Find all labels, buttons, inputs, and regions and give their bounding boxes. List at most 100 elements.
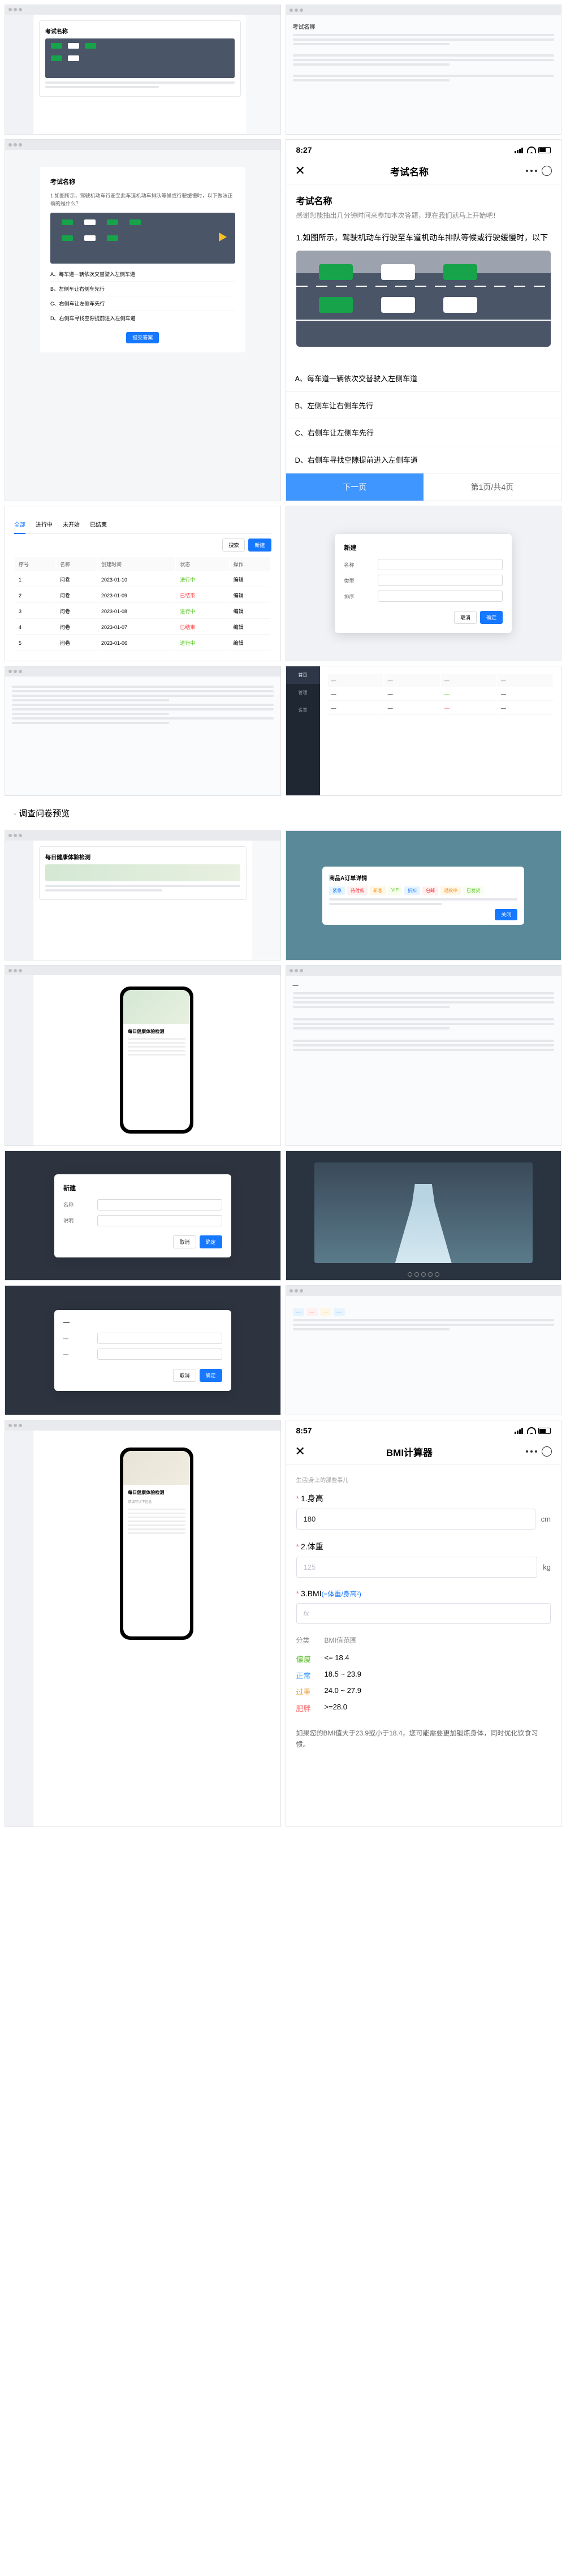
- option-a[interactable]: A、每车道一辆依次交替驶入左侧车道: [50, 267, 235, 282]
- signal-icon: [515, 1427, 525, 1434]
- status-time: 8:27: [296, 145, 312, 154]
- more-icon[interactable]: [526, 170, 537, 172]
- phone-preview: 每日健康体验检测: [120, 987, 193, 1134]
- doc-title: 考试名称: [293, 22, 555, 31]
- tag[interactable]: 包邮: [422, 886, 438, 895]
- question-text: 1.如图所示，驾驶机动车行驶至车道机动车排队等候或行驶缓慢时，以下: [296, 231, 551, 245]
- option-d[interactable]: D、右侧车寻找空隙提前进入左侧车道: [286, 446, 561, 473]
- target-icon[interactable]: [542, 1446, 552, 1457]
- search-button[interactable]: 搜索: [222, 539, 245, 552]
- tab-all[interactable]: 全部: [14, 520, 25, 534]
- tag[interactable]: VIP: [388, 886, 402, 895]
- option-c[interactable]: C、右侧车让左侧车先行: [286, 419, 561, 446]
- modal-title: —: [63, 1319, 222, 1326]
- option-d[interactable]: D、右侧车寻找空隙提前进入左侧车道: [50, 311, 235, 325]
- field-input[interactable]: [97, 1349, 222, 1360]
- close-button[interactable]: 关闭: [495, 909, 517, 920]
- tag[interactable]: 待付款: [347, 886, 368, 895]
- tab-active[interactable]: 进行中: [36, 520, 53, 529]
- tab-ended[interactable]: 已结束: [90, 520, 107, 529]
- table-row[interactable]: 4问卷2023-01-07已结束编辑: [15, 620, 270, 635]
- next-button[interactable]: 下一页: [286, 473, 424, 501]
- nav-home[interactable]: 首页: [286, 666, 320, 684]
- tag[interactable]: 折扣: [404, 886, 420, 895]
- phone-preview: 每日健康体验检测 请填写以下信息: [120, 1448, 193, 1640]
- nav-manage[interactable]: 管理: [286, 684, 320, 701]
- tag[interactable]: 已发货: [463, 886, 483, 895]
- field-input[interactable]: [97, 1333, 222, 1344]
- breadcrumb: 生活|身上的那些事儿: [296, 1475, 551, 1484]
- arrow-icon: [219, 232, 227, 242]
- exam-title: 考试名称: [45, 27, 235, 35]
- confirm-button[interactable]: 确定: [200, 1235, 222, 1248]
- sort-input[interactable]: [378, 591, 503, 602]
- edit-link[interactable]: 编辑: [234, 624, 244, 630]
- table-row[interactable]: 1问卷2023-01-10进行中编辑: [15, 572, 270, 587]
- weight-input[interactable]: 125: [296, 1557, 538, 1578]
- modal-title: 新建: [63, 1183, 222, 1192]
- thumb-dot[interactable]: [421, 1272, 426, 1277]
- thumb-dot[interactable]: [428, 1272, 433, 1277]
- battery-icon: [538, 1428, 551, 1434]
- table-head-category: 分类: [296, 1635, 325, 1645]
- tag[interactable]: —: [293, 1308, 304, 1316]
- cancel-button[interactable]: 取消: [173, 1369, 196, 1382]
- bmi-label: 3.BMI: [301, 1589, 322, 1598]
- weight-label: 2.体重: [301, 1542, 323, 1551]
- exam-intro-title: 考试名称: [296, 193, 551, 207]
- field-input[interactable]: [97, 1199, 222, 1211]
- name-input[interactable]: [378, 559, 503, 570]
- option-b[interactable]: B、左侧车让右侧车先行: [50, 282, 235, 296]
- tab-pending[interactable]: 未开始: [63, 520, 80, 529]
- section-survey-preview: · 调查问卷预览: [5, 800, 561, 826]
- bmi-formula: (=体重/身高²): [322, 1590, 361, 1598]
- weight-unit: kg: [543, 1563, 551, 1571]
- cancel-button[interactable]: 取消: [173, 1235, 196, 1248]
- tag[interactable]: —: [306, 1308, 318, 1316]
- height-unit: cm: [541, 1515, 551, 1523]
- modal-title: 新建: [344, 543, 503, 552]
- confirm-button[interactable]: 确定: [480, 611, 503, 624]
- table-row[interactable]: 2问卷2023-01-09已结束编辑: [15, 588, 270, 603]
- edit-link[interactable]: 编辑: [234, 577, 244, 583]
- product-image-viewer[interactable]: [286, 1151, 561, 1280]
- tag[interactable]: —: [320, 1308, 331, 1316]
- option-b[interactable]: B、左侧车让右侧车先行: [286, 392, 561, 419]
- cancel-button[interactable]: 取消: [454, 611, 477, 624]
- cat-over: 过重: [296, 1686, 325, 1697]
- data-table: 序号名称 创建时间状态 操作 1问卷2023-01-10进行中编辑 2问卷202…: [14, 556, 271, 652]
- submit-button[interactable]: 提交答案: [126, 332, 159, 343]
- survey-title: 每日健康体验检测: [45, 852, 240, 861]
- order-title: 商品A订单详情: [329, 873, 517, 882]
- exam-intro-text: 感谢您能抽出几分钟时间来参加本次答题，现在我们就马上开始吧！: [296, 210, 551, 221]
- target-icon[interactable]: [542, 166, 552, 176]
- tag[interactable]: 新客: [370, 886, 386, 895]
- option-c[interactable]: C、右侧车让左侧车先行: [50, 296, 235, 311]
- more-icon[interactable]: [526, 1450, 537, 1453]
- battery-icon: [538, 147, 551, 153]
- confirm-button[interactable]: 确定: [200, 1369, 222, 1382]
- add-button[interactable]: 新建: [248, 539, 271, 552]
- height-label: 1.身高: [301, 1494, 323, 1503]
- exam-preview-title: 考试名称: [50, 177, 235, 186]
- table-row[interactable]: 3问卷2023-01-08进行中编辑: [15, 604, 270, 619]
- thumb-dot[interactable]: [414, 1272, 419, 1277]
- type-input[interactable]: [378, 575, 503, 586]
- signal-icon: [515, 147, 525, 153]
- tag[interactable]: —: [334, 1308, 345, 1316]
- tag[interactable]: 退款中: [440, 886, 461, 895]
- thumb-dot[interactable]: [408, 1272, 412, 1277]
- field-input[interactable]: [97, 1215, 222, 1226]
- edit-link[interactable]: 编辑: [234, 640, 244, 646]
- pagination-info[interactable]: 第1页/共4页: [424, 473, 561, 501]
- wifi-icon: [527, 147, 536, 153]
- height-input[interactable]: 180: [296, 1509, 535, 1530]
- option-a[interactable]: A、每车道一辆依次交替驶入左侧车道: [286, 365, 561, 392]
- edit-link[interactable]: 编辑: [234, 609, 244, 614]
- nav-settings[interactable]: 设置: [286, 701, 320, 719]
- thumb-dot[interactable]: [435, 1272, 439, 1277]
- edit-link[interactable]: 编辑: [234, 593, 244, 598]
- table-row[interactable]: 5问卷2023-01-06进行中编辑: [15, 636, 270, 651]
- tag[interactable]: 紧急: [329, 886, 345, 895]
- status-time: 8:57: [296, 1426, 312, 1435]
